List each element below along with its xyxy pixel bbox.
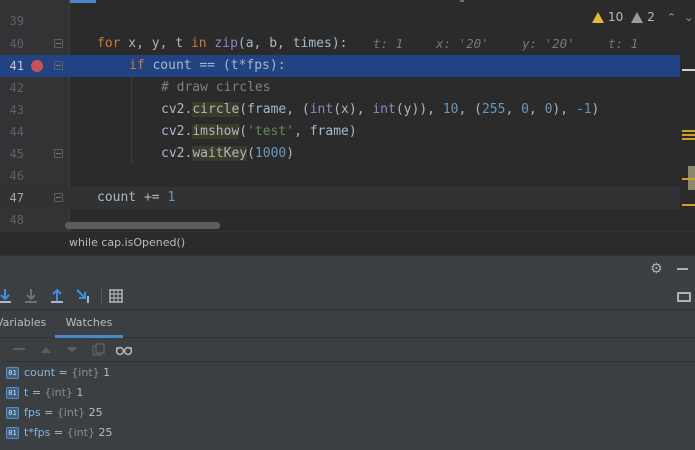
chevron-up-icon[interactable]: ⌃ (667, 11, 676, 24)
watches-list: 01 count = {int} 1 01 t = {int} 1 01 fps… (0, 362, 695, 450)
stripe-marker[interactable] (682, 130, 695, 132)
debug-toolbar (0, 282, 695, 310)
weak-warning-count: 2 (647, 10, 655, 24)
debug-panel-header: ⚙ (0, 255, 695, 282)
code-comment: # draw circles (161, 80, 271, 95)
watch-entry: count = {int} 1 (24, 366, 111, 379)
code-line-44[interactable]: 44 cv2.imshow('test', frame) (0, 121, 680, 143)
line-number: 47 (9, 191, 24, 205)
int-type-icon: 01 (6, 367, 19, 379)
warning-icon (592, 11, 604, 23)
watch-row[interactable]: 01 count = {int} 1 (0, 363, 695, 383)
stripe-marker[interactable] (682, 69, 695, 71)
remove-watch-icon[interactable] (13, 348, 25, 350)
toolbar-separator (101, 288, 102, 304)
code-text: for x, y, t in zip(a, b, times): (97, 36, 348, 51)
int-type-icon: 01 (6, 387, 19, 399)
line-number: 40 (9, 37, 24, 51)
line-number: 39 (9, 14, 24, 28)
debug-tabs: Variables Watches (0, 310, 695, 338)
fold-icon[interactable] (54, 39, 63, 48)
line-number: 41 (9, 59, 24, 73)
code-text: count += 1 (97, 190, 176, 205)
warning-count: 10 (608, 10, 624, 24)
code-line-47[interactable]: 47 count += 1 (0, 187, 680, 209)
chevron-down-icon[interactable]: ⌄ (684, 11, 693, 24)
step-into-icon[interactable] (22, 287, 40, 305)
line-number: 42 (9, 81, 24, 95)
tab-variables[interactable]: Variables (0, 310, 46, 338)
line-number: 48 (9, 213, 24, 227)
watches-toolbar (0, 338, 695, 362)
watch-entry: fps = {int} 25 (24, 406, 103, 419)
fold-icon[interactable] (54, 193, 63, 202)
tab-watches[interactable]: Watches (55, 310, 123, 338)
code-line-39[interactable]: 39 (0, 10, 680, 32)
watch-entry: t*fps = {int} 25 (24, 426, 113, 439)
code-text: if count == (t*fps): (129, 58, 286, 73)
code-line-42[interactable]: 42 # draw circles (0, 77, 680, 99)
glasses-icon[interactable] (115, 342, 133, 358)
int-type-icon: 01 (6, 427, 19, 439)
line-number: 46 (9, 169, 24, 183)
code-line-46[interactable]: 46 (0, 165, 680, 187)
code-line-43[interactable]: 43 cv2.circle(frame, (int(x), int(y)), 1… (0, 99, 680, 121)
breakpoint-icon[interactable] (31, 60, 43, 72)
stripe-marker[interactable] (682, 134, 695, 136)
line-number: 44 (9, 125, 24, 139)
watch-row[interactable]: 01 t*fps = {int} 25 (0, 423, 695, 443)
breadcrumb[interactable]: while cap.isOpened() (69, 236, 185, 249)
stripe-marker[interactable] (682, 138, 695, 140)
breadcrumb-bar: while cap.isOpened() (0, 231, 695, 255)
gear-icon[interactable]: ⚙ (650, 262, 664, 276)
inlay-hint-t2: t: 1 (608, 36, 639, 51)
fold-icon[interactable] (54, 61, 63, 70)
watch-row[interactable]: 01 t = {int} 1 (0, 383, 695, 403)
inlay-hint-y: y: '20' (522, 36, 575, 51)
code-line-45[interactable]: 45 cv2.waitKey(1000) (0, 143, 680, 165)
indent-guide (131, 77, 132, 165)
step-out-icon[interactable] (48, 287, 66, 305)
run-to-cursor-icon[interactable] (74, 287, 92, 305)
editor-top-marker (460, 0, 464, 2)
stripe-marker[interactable] (682, 204, 695, 206)
horizontal-scrollbar[interactable] (65, 222, 220, 229)
inlay-hint-t: t: 1 (373, 36, 404, 51)
move-down-icon[interactable] (65, 342, 79, 358)
code-editor[interactable]: 39 40 for x, y, t in zip(a, b, times): t… (0, 0, 695, 231)
move-up-icon[interactable] (39, 342, 53, 358)
watch-entry: t = {int} 1 (24, 386, 84, 399)
line-number: 45 (9, 147, 24, 161)
code-line-41-current[interactable]: 41 if count == (t*fps): (0, 55, 680, 77)
layout-icon[interactable] (677, 292, 691, 302)
stripe-marker[interactable] (682, 178, 695, 180)
duplicate-icon[interactable] (91, 342, 105, 358)
code-line-40[interactable]: 40 for x, y, t in zip(a, b, times): t: 1… (0, 33, 680, 55)
code-text: cv2.circle(frame, (int(x), int(y)), 10, … (161, 102, 600, 117)
watch-row[interactable]: 01 fps = {int} 25 (0, 403, 695, 423)
code-text: cv2.waitKey(1000) (161, 146, 295, 161)
fold-icon[interactable] (54, 149, 63, 158)
evaluate-expression-icon[interactable] (107, 287, 125, 305)
step-over-icon[interactable] (0, 287, 14, 305)
int-type-icon: 01 (6, 407, 19, 419)
line-number: 43 (9, 103, 24, 117)
minimize-icon[interactable] (677, 268, 688, 270)
code-text: cv2.imshow('test', frame) (161, 124, 357, 139)
weak-warning-icon (631, 11, 644, 23)
inlay-hint-x: x: '20' (436, 36, 489, 51)
inspection-widget[interactable]: 10 2 ⌃ ⌄ (592, 9, 693, 25)
